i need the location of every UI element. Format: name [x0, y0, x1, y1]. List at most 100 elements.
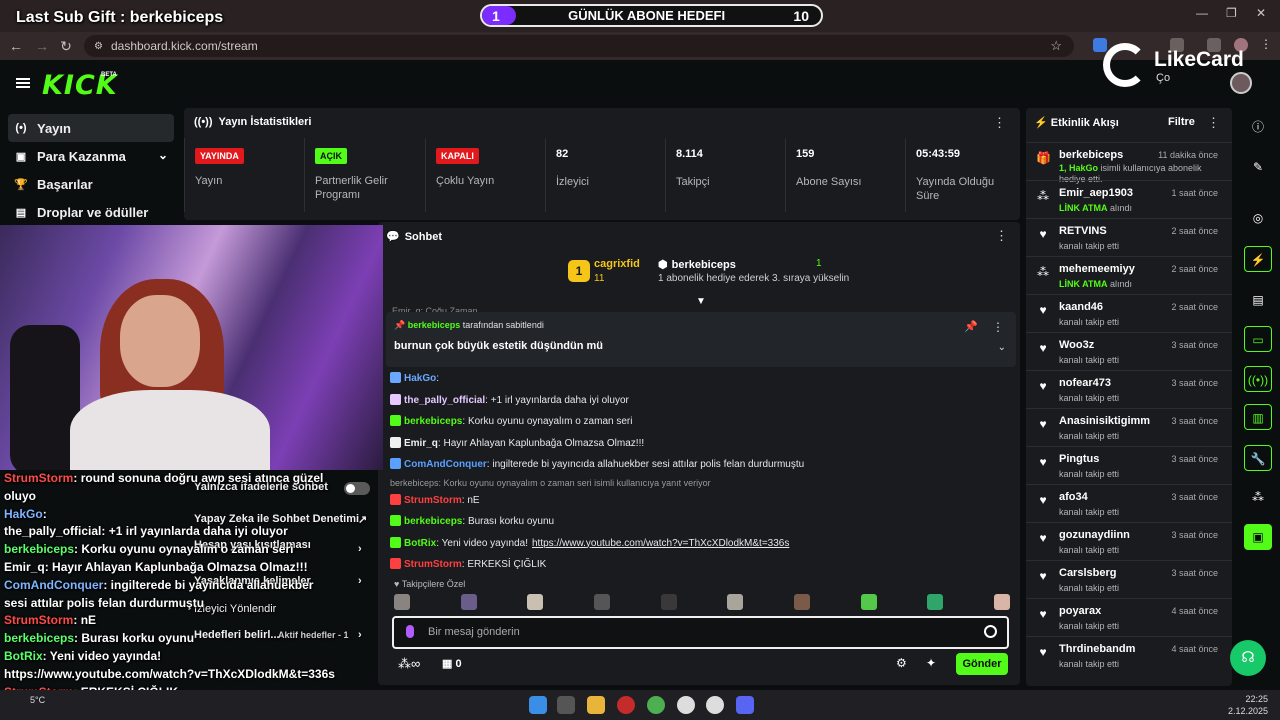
chat-link[interactable]: https://www.youtube.com/watch?v=ThXcXDlo…: [532, 538, 789, 549]
feed-username[interactable]: Woo3z: [1059, 339, 1094, 351]
emote[interactable]: [927, 594, 944, 610]
start-menu-icon[interactable]: [529, 696, 547, 714]
emote[interactable]: [993, 594, 1010, 610]
emote[interactable]: [727, 594, 744, 610]
chat-tools-icon[interactable]: ✦: [926, 656, 936, 670]
scroll-down-arrow-icon[interactable]: ▼: [696, 296, 706, 307]
feed-event[interactable]: 🎁 berkebiceps 11 dakika önce 1, HakGo isiml…: [1026, 142, 1232, 184]
chat-username[interactable]: the_pally_official: [404, 395, 485, 406]
apps-icon[interactable]: ⁂: [1244, 484, 1272, 510]
hamburger-menu-icon[interactable]: [16, 78, 30, 88]
feed-username[interactable]: Emir_aep1903: [1059, 187, 1133, 199]
chat-message[interactable]: Emir_q: Hayır Ahlayan Kaplunbağa Olmazsa…: [390, 433, 1010, 455]
sidebar-item-droplar[interactable]: ▤ Droplar ve ödüller: [8, 198, 174, 226]
discord-icon[interactable]: [736, 696, 754, 714]
chat-icon[interactable]: ▭: [1244, 326, 1272, 352]
emote[interactable]: [660, 594, 677, 610]
feed-event[interactable]: ♥ afo34 3 saat önce kanalı takip etti: [1026, 484, 1232, 522]
pinned-message[interactable]: 📌 berkebiceps tarafından sabitlendi burn…: [386, 312, 1016, 367]
back-icon[interactable]: ←: [4, 34, 28, 58]
microphone-icon[interactable]: [406, 625, 414, 638]
more-options-icon[interactable]: ⋮: [995, 228, 1008, 244]
feed-username[interactable]: afo34: [1059, 491, 1088, 503]
weather-widget[interactable]: 5°C: [30, 695, 45, 705]
help-headset-icon[interactable]: ☊: [1230, 640, 1266, 676]
feed-event[interactable]: ⁂ Emir_aep1903 1 saat önce LİNK ATMA alındı: [1026, 180, 1232, 218]
feed-event[interactable]: ♥ Carslsberg 3 saat önce kanalı takip etti: [1026, 560, 1232, 598]
notes-icon[interactable]: ▤: [1244, 287, 1272, 313]
emote[interactable]: [860, 594, 877, 610]
feed-username[interactable]: nofear473: [1059, 377, 1111, 389]
feed-filter-button[interactable]: Filtre: [1168, 116, 1195, 128]
feed-username[interactable]: berkebiceps: [1059, 149, 1123, 161]
feed-event[interactable]: ♥ Thrdinebandm 4 saat önce kanalı takip ett…: [1026, 636, 1232, 674]
chevron-down-icon[interactable]: ⌄: [998, 342, 1006, 353]
emote[interactable]: [593, 594, 610, 610]
edit-icon[interactable]: ✎: [1244, 154, 1272, 180]
site-info-icon[interactable]: ⚙: [94, 41, 103, 52]
maximize-icon[interactable]: ❐: [1226, 6, 1237, 20]
feed-event[interactable]: ⁂ mehemeemiyy 2 saat önce LİNK ATMA alındı: [1026, 256, 1232, 294]
emote[interactable]: [460, 594, 477, 610]
google-icon[interactable]: [677, 696, 695, 714]
camera-icon[interactable]: ◎: [1244, 205, 1272, 231]
layout-icon[interactable]: ▥: [1244, 404, 1272, 430]
chat-message[interactable]: berkebiceps: Burası korku oyunu: [390, 511, 1010, 533]
viewer-points-icon[interactable]: ⁂∞: [398, 656, 420, 672]
more-options-icon[interactable]: ⋮: [992, 320, 1004, 334]
browser-menu-icon[interactable]: ⋮: [1260, 38, 1274, 52]
chat-username[interactable]: BotRix: [404, 538, 436, 549]
sidebar-item-para-kazanma[interactable]: ▣ Para Kazanma ⌄: [8, 142, 174, 170]
task-view-icon[interactable]: [557, 696, 575, 714]
chat-message[interactable]: StrumStorm: ERKEKSİ ÇIĞLIK: [390, 554, 1010, 576]
bookmark-star-icon[interactable]: ☆: [1050, 38, 1062, 54]
google-icon[interactable]: [706, 696, 724, 714]
gift-icon[interactable]: ▣: [1244, 524, 1272, 550]
feed-username[interactable]: Thrdinebandm: [1059, 643, 1135, 655]
feed-username[interactable]: poyarax: [1059, 605, 1101, 617]
emote[interactable]: [394, 594, 410, 610]
feed-event[interactable]: ♥ Pingtus 3 saat önce kanalı takip etti: [1026, 446, 1232, 484]
emoji-picker-icon[interactable]: [984, 625, 997, 638]
send-button[interactable]: Gönder: [956, 653, 1008, 675]
forward-icon[interactable]: →: [30, 34, 54, 58]
pin-icon[interactable]: 📌: [964, 320, 978, 333]
file-explorer-icon[interactable]: [587, 696, 605, 714]
lightning-icon[interactable]: ⚡: [1244, 246, 1272, 272]
feed-event[interactable]: ♥ gozunaydiinn 3 saat önce kanalı takip ett…: [1026, 522, 1232, 560]
emote[interactable]: [793, 594, 810, 610]
chat-input-box[interactable]: [392, 616, 1009, 649]
sub-gift-leaderboard[interactable]: 1 cagrixfid 11 ⬢ berkebiceps 1 abonelik h…: [568, 258, 849, 292]
feed-event[interactable]: ♥ kaand46 2 saat önce kanalı takip etti: [1026, 294, 1232, 332]
feed-username[interactable]: Anasinisiktigimm: [1059, 415, 1150, 427]
feed-username[interactable]: gozunaydiinn: [1059, 529, 1130, 541]
system-clock[interactable]: 22:25 2.12.2025: [1228, 693, 1268, 717]
emote[interactable]: [527, 594, 544, 610]
app-icon[interactable]: [617, 696, 635, 714]
feed-event[interactable]: ♥ nofear473 3 saat önce kanalı takip etti: [1026, 370, 1232, 408]
feed-event[interactable]: ♥ Woo3z 3 saat önce kanalı takip etti: [1026, 332, 1232, 370]
feed-username[interactable]: RETVINS: [1059, 225, 1107, 237]
info-icon[interactable]: ⓘ: [1244, 114, 1272, 140]
chat-message[interactable]: the_pally_official: +1 irl yayınlarda da…: [390, 390, 1010, 412]
minimize-icon[interactable]: —: [1196, 6, 1208, 20]
broadcast-icon[interactable]: ((•)): [1244, 366, 1272, 392]
more-options-icon[interactable]: ⋮: [1207, 115, 1220, 131]
url-field[interactable]: ⚙ dashboard.kick.com/stream ☆: [84, 35, 1074, 57]
sidebar-item-yayin[interactable]: (•) Yayın: [8, 114, 174, 142]
chat-username[interactable]: Emir_q: [404, 438, 438, 449]
chat-username[interactable]: berkebiceps: [404, 516, 462, 527]
feed-username[interactable]: Pingtus: [1059, 453, 1099, 465]
chat-message[interactable]: berkebiceps: Korku oyunu oynayalım o zam…: [390, 411, 1010, 433]
feed-event[interactable]: ♥ poyarax 4 saat önce kanalı takip etti: [1026, 598, 1232, 636]
chat-username[interactable]: ComAndConquer: [404, 459, 487, 470]
wrench-icon[interactable]: 🔧: [1244, 445, 1272, 471]
chat-username[interactable]: berkebiceps: [404, 416, 462, 427]
chevron-down-icon[interactable]: ⌄: [158, 148, 168, 162]
chat-username[interactable]: HakGo: [404, 373, 436, 384]
close-window-icon[interactable]: ✕: [1256, 6, 1266, 20]
more-options-icon[interactable]: ⋮: [993, 115, 1006, 131]
feed-username[interactable]: kaand46: [1059, 301, 1103, 313]
chrome-icon[interactable]: [647, 696, 665, 714]
chat-message[interactable]: HakGo:: [390, 368, 1010, 390]
